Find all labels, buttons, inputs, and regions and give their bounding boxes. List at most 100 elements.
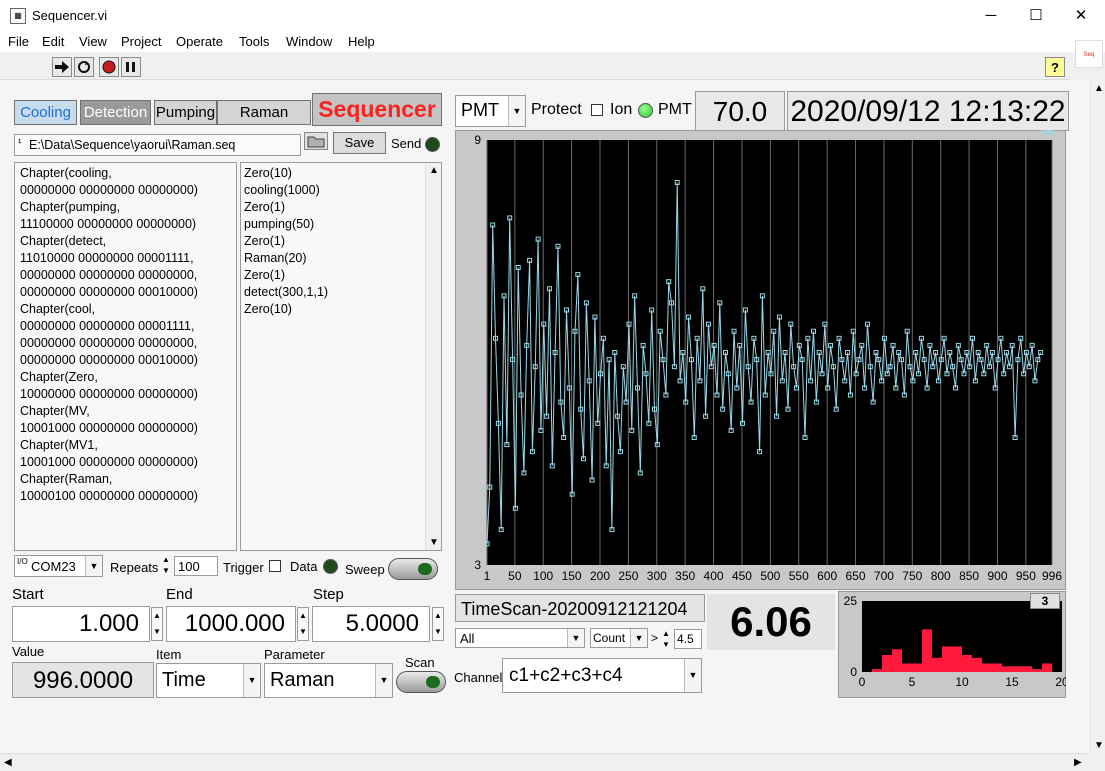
x-tick-label: 650 bbox=[846, 569, 866, 583]
filter-all-select[interactable]: All ▼ bbox=[455, 628, 585, 648]
step-spinner[interactable]: ▲ ▼ bbox=[432, 607, 444, 641]
end-spinner[interactable]: ▲ ▼ bbox=[297, 607, 309, 641]
histogram-bar bbox=[882, 654, 892, 672]
parameter-select[interactable]: Raman ▼ bbox=[264, 663, 393, 698]
threshold-spinner[interactable]: ▲ ▼ bbox=[660, 628, 672, 650]
context-help-icon[interactable]: ? bbox=[1045, 57, 1065, 77]
sweep-label: Sweep bbox=[345, 562, 385, 577]
pmt-count-chart[interactable]: 1 50 100 150 200 250 300 350 400 450 500 550 600 650 7… bbox=[455, 130, 1066, 590]
tab-cooling[interactable]: Cooling bbox=[14, 100, 77, 125]
menu-view[interactable]: View bbox=[79, 34, 107, 49]
histogram-y-tick-label: 0 bbox=[850, 665, 857, 679]
threshold-value: 4.5 bbox=[677, 632, 694, 646]
tab-raman[interactable]: Raman bbox=[217, 100, 311, 125]
start-field[interactable]: 1.000 bbox=[12, 606, 150, 642]
filter-all-value: All bbox=[460, 631, 475, 646]
channel-label: Channel bbox=[454, 670, 503, 685]
histogram-bar bbox=[972, 657, 982, 672]
chevron-down-icon[interactable]: ▼ bbox=[85, 556, 102, 576]
step-field[interactable]: 5.0000 bbox=[312, 606, 430, 642]
sequence-scrollbar[interactable]: ▲ ▼ bbox=[425, 163, 441, 550]
scroll-up-icon[interactable]: ▲ bbox=[1094, 83, 1104, 94]
menu-window[interactable]: Window bbox=[286, 34, 332, 49]
scroll-left-icon[interactable]: ◀ bbox=[4, 757, 12, 768]
pmt-select[interactable]: PMT ▼ bbox=[455, 95, 526, 127]
greater-than-label: > bbox=[651, 631, 659, 645]
data-point bbox=[1049, 130, 1055, 135]
data-point bbox=[1040, 130, 1046, 135]
chevron-down-icon[interactable]: ▼ bbox=[508, 96, 525, 126]
scroll-down-icon[interactable]: ▼ bbox=[429, 537, 439, 548]
scan-toggle[interactable] bbox=[396, 671, 446, 693]
histogram-bar bbox=[992, 663, 1002, 672]
start-spinner[interactable]: ▲ ▼ bbox=[151, 607, 163, 641]
chevron-down-icon[interactable]: ▼ bbox=[630, 629, 647, 647]
channel-value: c1+c2+c3+c4 bbox=[509, 665, 623, 686]
start-label: Start bbox=[12, 586, 44, 603]
x-tick-label: 450 bbox=[732, 569, 752, 583]
x-tick-label: 50 bbox=[508, 569, 522, 583]
close-button[interactable]: ✕ bbox=[1058, 0, 1104, 32]
end-field[interactable]: 1000.000 bbox=[166, 606, 296, 642]
menu-help[interactable]: Help bbox=[348, 34, 375, 49]
x-tick-label: 250 bbox=[618, 569, 638, 583]
window-scrollbar[interactable]: ▲ ▼ bbox=[1090, 81, 1105, 753]
histogram-bar bbox=[1012, 666, 1022, 672]
save-button[interactable]: Save bbox=[333, 132, 386, 154]
histogram-bar bbox=[962, 654, 972, 672]
com-port-select[interactable]: I/O COM23 ▼ bbox=[14, 555, 103, 577]
protect-checkbox[interactable] bbox=[591, 104, 603, 116]
step-label: Step bbox=[313, 586, 344, 603]
trigger-checkbox[interactable] bbox=[269, 560, 281, 572]
pmt-value-display: 70.0 bbox=[695, 91, 785, 131]
abort-icon[interactable] bbox=[99, 57, 119, 77]
scan-label: Scan bbox=[405, 655, 435, 670]
count-select[interactable]: Count ▼ bbox=[590, 628, 648, 648]
histogram-bar bbox=[1032, 669, 1042, 672]
tab-sequencer[interactable]: Sequencer bbox=[312, 93, 442, 126]
x-tick-label: 100 bbox=[533, 569, 553, 583]
pause-icon[interactable] bbox=[121, 57, 141, 77]
repeats-field[interactable]: 100 bbox=[174, 556, 218, 576]
horizontal-scrollbar[interactable]: ◀ ▶ bbox=[0, 753, 1090, 771]
scroll-right-icon[interactable]: ▶ bbox=[1074, 757, 1082, 768]
toolbar: ? bbox=[0, 52, 1070, 80]
protect-label: Protect bbox=[531, 101, 582, 118]
chapters-textbox[interactable]: Chapter(cooling, 00000000 00000000 00000… bbox=[14, 162, 237, 551]
data-led[interactable] bbox=[323, 559, 338, 574]
x-tick-label: 400 bbox=[704, 569, 724, 583]
chevron-down-icon[interactable]: ▼ bbox=[375, 664, 392, 697]
chevron-down-icon[interactable]: ▼ bbox=[243, 664, 260, 697]
vi-icon: Seq bbox=[1075, 40, 1103, 68]
menu-operate[interactable]: Operate bbox=[176, 34, 223, 49]
tab-detection[interactable]: Detection bbox=[80, 100, 151, 125]
run-arrow-icon[interactable] bbox=[52, 57, 72, 77]
chevron-down-icon[interactable]: ▼ bbox=[684, 659, 701, 692]
scroll-up-icon[interactable]: ▲ bbox=[429, 165, 439, 176]
path-icon: ¹ bbox=[18, 138, 22, 149]
sweep-toggle[interactable] bbox=[388, 558, 438, 580]
menu-tools[interactable]: Tools bbox=[239, 34, 269, 49]
scroll-down-icon[interactable]: ▼ bbox=[1094, 740, 1104, 751]
minimize-button[interactable]: ─ bbox=[968, 0, 1014, 32]
pmt-select-value: PMT bbox=[461, 100, 499, 120]
file-path-field[interactable]: ¹ E:\Data\Sequence\yaorui\Raman.seq bbox=[14, 134, 301, 156]
run-continuously-icon[interactable] bbox=[74, 57, 94, 77]
repeats-spinner[interactable]: ▲ ▼ bbox=[160, 554, 172, 578]
sequence-textbox[interactable]: Zero(10) cooling(1000) Zero(1) pumping(5… bbox=[240, 162, 442, 551]
item-select[interactable]: Time ▼ bbox=[156, 663, 261, 698]
browse-folder-button[interactable] bbox=[304, 132, 328, 150]
menu-edit[interactable]: Edit bbox=[42, 34, 64, 49]
chevron-down-icon[interactable]: ▼ bbox=[567, 629, 584, 647]
histogram-bar bbox=[892, 649, 902, 672]
threshold-field[interactable]: 4.5 bbox=[674, 629, 702, 649]
data-point bbox=[1046, 130, 1052, 135]
menu-file[interactable]: File bbox=[8, 34, 29, 49]
x-tick-label: 600 bbox=[817, 569, 837, 583]
channel-select[interactable]: c1+c2+c3+c4 ▼ bbox=[502, 658, 702, 693]
tab-pumping[interactable]: Pumping bbox=[154, 100, 217, 125]
send-led[interactable] bbox=[425, 137, 440, 152]
histogram-x-tick-label: 15 bbox=[1005, 675, 1019, 689]
maximize-button[interactable]: ☐ bbox=[1013, 0, 1059, 32]
menu-project[interactable]: Project bbox=[121, 34, 161, 49]
